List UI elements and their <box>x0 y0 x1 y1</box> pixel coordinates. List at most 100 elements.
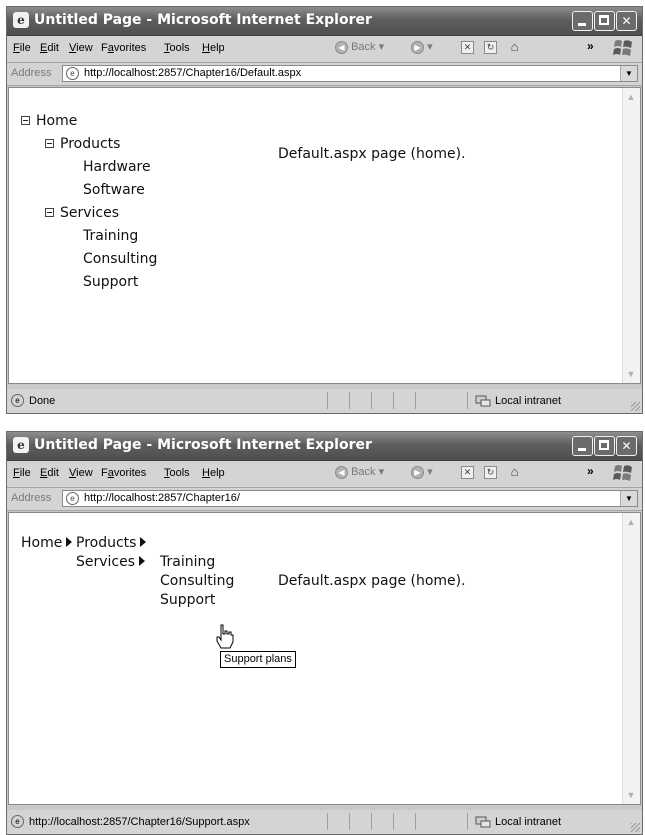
maximize-button[interactable] <box>594 436 615 456</box>
menu-bar: File Edit View Favorites Tools Help ◀ Ba… <box>7 36 642 63</box>
forward-button[interactable]: ▶ ▾ <box>411 465 433 483</box>
status-divider <box>349 813 350 830</box>
ie-window-treeview: e Untitled Page - Microsoft Internet Exp… <box>6 6 643 414</box>
hand-cursor-icon <box>216 624 234 649</box>
menu-edit[interactable]: Edit <box>40 42 59 54</box>
refresh-icon[interactable]: ↻ <box>484 466 497 479</box>
menu-file[interactable]: File <box>13 467 31 479</box>
menu-favorites[interactable]: Favorites <box>101 467 146 479</box>
tree-node-training[interactable]: Training <box>83 228 138 244</box>
address-bar: Address e http://localhost:2857/Chapter1… <box>7 488 642 511</box>
menu-view[interactable]: View <box>69 467 93 479</box>
status-divider <box>371 813 372 830</box>
menu-node-products[interactable]: Products <box>76 535 147 551</box>
minimize-button[interactable] <box>572 436 593 456</box>
dropdown-arrow-icon: ▾ <box>427 466 433 478</box>
local-intranet-icon <box>475 816 491 828</box>
vertical-scrollbar[interactable]: ▲ ▼ <box>622 513 640 804</box>
collapse-icon[interactable] <box>45 138 54 148</box>
status-divider <box>393 392 394 409</box>
resize-grip[interactable] <box>631 823 640 832</box>
maximize-icon <box>599 440 609 450</box>
home-icon[interactable]: ⌂ <box>508 465 521 479</box>
tree-node-consulting[interactable]: Consulting <box>83 251 157 267</box>
minimize-icon <box>578 448 586 451</box>
minimize-button[interactable] <box>572 11 593 31</box>
dropdown-arrow-icon: ▾ <box>378 41 385 53</box>
status-bar: e http://localhost:2857/Chapter16/Suppor… <box>7 810 642 834</box>
menu-favorites[interactable]: Favorites <box>101 42 146 54</box>
menu-node-support[interactable]: Support <box>160 592 215 608</box>
home-icon[interactable]: ⌂ <box>508 40 521 54</box>
resize-grip[interactable] <box>631 402 640 411</box>
title-bar[interactable]: e Untitled Page - Microsoft Internet Exp… <box>7 432 642 461</box>
tree-node-services[interactable]: Services <box>45 205 119 221</box>
address-dropdown-icon[interactable]: ▼ <box>620 491 637 506</box>
address-url[interactable]: http://localhost:2857/Chapter16/ <box>84 492 240 504</box>
menu-tools[interactable]: Tools <box>164 42 190 54</box>
status-text: Done <box>29 395 56 407</box>
back-button[interactable]: ◀ Back ▾ <box>335 40 384 58</box>
refresh-icon[interactable]: ↻ <box>484 41 497 54</box>
close-button[interactable]: ✕ <box>616 11 637 31</box>
title-bar[interactable]: e Untitled Page - Microsoft Internet Exp… <box>7 7 642 36</box>
submenu-arrow-icon <box>139 556 146 566</box>
ie-logo-icon: e <box>13 437 29 453</box>
address-bar: Address e http://localhost:2857/Chapter1… <box>7 63 642 86</box>
menu-node-home[interactable]: Home <box>21 535 73 551</box>
tooltip: Support plans <box>220 651 296 668</box>
menu-tools[interactable]: Tools <box>164 467 190 479</box>
menu-help[interactable]: Help <box>202 42 225 54</box>
menu-edit[interactable]: Edit <box>40 467 59 479</box>
local-intranet-icon <box>475 395 491 407</box>
dropdown-arrow-icon: ▾ <box>378 466 385 478</box>
menu-node-consulting[interactable]: Consulting <box>160 573 234 589</box>
address-dropdown-icon[interactable]: ▼ <box>620 66 637 81</box>
scroll-up-icon[interactable]: ▲ <box>625 91 637 103</box>
more-chevron-icon[interactable]: » <box>587 464 594 478</box>
tree-node-software[interactable]: Software <box>83 182 145 198</box>
page-text: Default.aspx page (home). <box>278 146 466 162</box>
tree-node-hardware[interactable]: Hardware <box>83 159 151 175</box>
tree-node-products[interactable]: Products <box>45 136 120 152</box>
page-content: Home Products Services Training Consulti… <box>8 512 641 805</box>
collapse-icon[interactable] <box>45 207 54 217</box>
close-icon: ✕ <box>621 439 632 453</box>
scroll-up-icon[interactable]: ▲ <box>625 516 637 528</box>
vertical-scrollbar[interactable]: ▲ ▼ <box>622 88 640 383</box>
menu-help[interactable]: Help <box>202 467 225 479</box>
dropdown-arrow-icon: ▾ <box>427 41 433 53</box>
scroll-down-icon[interactable]: ▼ <box>625 368 637 380</box>
status-divider <box>327 813 328 830</box>
scroll-down-icon[interactable]: ▼ <box>625 789 637 801</box>
more-chevron-icon[interactable]: » <box>587 39 594 53</box>
forward-button[interactable]: ▶ ▾ <box>411 40 433 58</box>
address-input[interactable]: e http://localhost:2857/Chapter16/ ▼ <box>62 490 638 507</box>
submenu-arrow-icon <box>66 537 73 547</box>
status-divider <box>415 813 416 830</box>
tree-node-support[interactable]: Support <box>83 274 138 290</box>
menu-file[interactable]: File <box>13 42 31 54</box>
windows-logo-icon <box>613 465 632 481</box>
address-url[interactable]: http://localhost:2857/Chapter16/Default.… <box>84 67 301 79</box>
menu-node-training[interactable]: Training <box>160 554 215 570</box>
status-divider <box>371 392 372 409</box>
status-divider <box>327 392 328 409</box>
submenu-arrow-icon <box>140 537 147 547</box>
tree-node-home[interactable]: Home <box>21 113 77 129</box>
stop-icon[interactable]: ✕ <box>461 41 474 54</box>
maximize-button[interactable] <box>594 11 615 31</box>
status-divider <box>467 813 468 830</box>
collapse-icon[interactable] <box>21 115 30 125</box>
stop-icon[interactable]: ✕ <box>461 466 474 479</box>
close-button[interactable]: ✕ <box>616 436 637 456</box>
address-input[interactable]: e http://localhost:2857/Chapter16/Defaul… <box>62 65 638 82</box>
menu-node-services[interactable]: Services <box>76 554 146 570</box>
security-zone: Local intranet <box>495 816 562 828</box>
maximize-icon <box>599 15 609 25</box>
window-title: Untitled Page - Microsoft Internet Explo… <box>34 437 372 453</box>
menu-view[interactable]: View <box>69 42 93 54</box>
back-button[interactable]: ◀ Back ▾ <box>335 465 384 483</box>
address-label: Address <box>11 67 52 79</box>
status-divider <box>393 813 394 830</box>
